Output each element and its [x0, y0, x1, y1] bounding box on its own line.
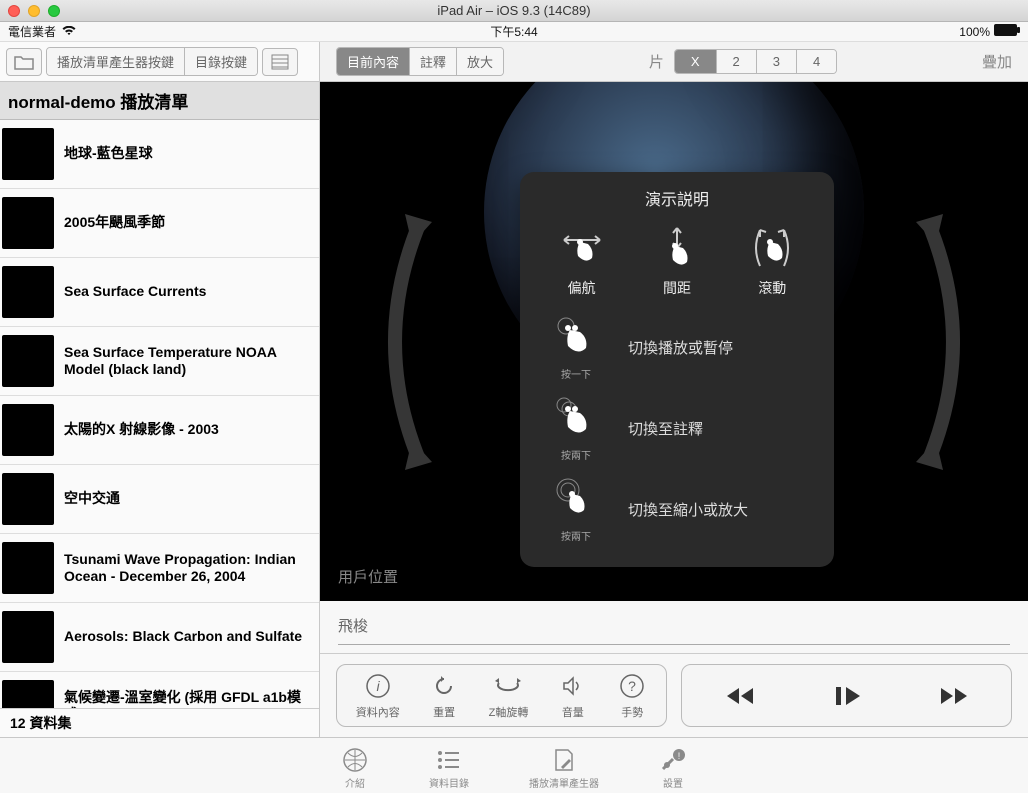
list-item[interactable]: Aerosols: Black Carbon and Sulfate [0, 603, 319, 672]
list-item[interactable]: 地球-藍色星球 [0, 120, 319, 189]
reset-button[interactable]: 重置 [429, 671, 459, 720]
playlist-title: normal-demo 播放清單 [0, 82, 319, 120]
playlist-generator-button[interactable]: 播放清單產生器按鍵 [47, 48, 185, 75]
carrier-label: 電信業者 [8, 23, 56, 40]
sidebar: 播放清單產生器按鍵 目錄按鍵 normal-demo 播放清單 地球-藍色星球 … [0, 42, 320, 737]
playlist[interactable]: 地球-藍色星球 2005年颶風季節 Sea Surface Currents S… [0, 120, 319, 708]
status-time: 下午5:44 [0, 23, 1028, 40]
list-item[interactable]: 太陽的X 射線影像 - 2003 [0, 396, 319, 465]
info-controls: i 資料內容 重置 Z軸旋轉 音量 ? 手勢 [336, 664, 667, 727]
catalog-button[interactable]: 目錄按鍵 [185, 48, 257, 75]
ipad-status-bar: 電信業者 下午5:44 100% [0, 22, 1028, 42]
thumbnail-icon [2, 542, 54, 594]
list-item[interactable]: Tsunami Wave Propagation: Indian Ocean -… [0, 534, 319, 603]
list-item[interactable]: Sea Surface Currents [0, 258, 319, 327]
info-button[interactable]: i 資料內容 [356, 671, 400, 720]
rotate-left-icon [350, 202, 440, 482]
svg-text:?: ? [628, 678, 636, 694]
close-window-icon[interactable] [8, 5, 20, 17]
main-toolbar: 目前內容 註釋 放大 片 X 2 3 4 疊加 [320, 42, 1028, 82]
gesture-pitch: 間距 [653, 224, 701, 298]
tab-current-content[interactable]: 目前內容 [337, 48, 410, 75]
playback-controls [681, 664, 1012, 727]
z-rotate-button[interactable]: Z軸旋轉 [489, 671, 529, 720]
slot-2-button[interactable]: 2 [717, 50, 757, 73]
mac-titlebar: iPad Air – iOS 9.3 (14C89) [0, 0, 1028, 22]
thumbnail-icon [2, 404, 54, 456]
thumbnail-icon [2, 266, 54, 318]
gesture-yaw: 偏航 [558, 224, 606, 298]
gesture-scroll: 滾動 [748, 224, 796, 298]
controls-row: i 資料內容 重置 Z軸旋轉 音量 ? 手勢 [320, 654, 1028, 737]
pian-label: 片 [649, 51, 664, 72]
list-item[interactable]: Sea Surface Temperature NOAA Model (blac… [0, 327, 319, 396]
battery-label: 100% [959, 25, 990, 39]
tab-catalog[interactable]: 資料目錄 [429, 746, 469, 790]
fast-forward-button[interactable] [939, 681, 969, 711]
thumbnail-icon [2, 680, 54, 708]
wifi-icon [62, 25, 76, 39]
popover-title: 演示説明 [534, 186, 820, 210]
rotate-right-icon [908, 202, 998, 482]
gesture-toggle-zoom: 按兩下 切換至縮小或放大 [534, 476, 820, 543]
dataset-count: 12 資料集 [0, 708, 319, 737]
list-item[interactable]: 氣候變遷-溫室變化 (採用 GFDL a1b模式) - 1870 - [0, 672, 319, 708]
tab-playlist-generator[interactable]: 播放清單產生器 [529, 746, 599, 790]
gesture-toggle-play: 按一下 切換播放或暫停 [534, 314, 820, 381]
gesture-popover: 演示説明 偏航 間距 滾動 按一下 切換播放或暫停 按兩下 切換至註釋 按兩 [520, 172, 834, 567]
tab-annotation[interactable]: 註釋 [410, 48, 457, 75]
tab-settings[interactable]: ! 設置 [659, 746, 687, 790]
thumbnail-icon [2, 197, 54, 249]
folder-button[interactable] [6, 48, 42, 76]
sidebar-toolbar: 播放清單產生器按鍵 目錄按鍵 [0, 42, 319, 82]
slot-x-button[interactable]: X [675, 50, 717, 73]
list-item[interactable]: 空中交通 [0, 465, 319, 534]
svg-text:!: ! [678, 751, 681, 761]
overlay-button[interactable]: 疊加 [982, 51, 1012, 72]
user-location-label: 用戶位置 [338, 566, 398, 587]
zoom-window-icon[interactable] [48, 5, 60, 17]
thumbnail-icon [2, 335, 54, 387]
tab-zoom[interactable]: 放大 [457, 48, 503, 75]
tab-intro[interactable]: 介紹 [341, 746, 369, 790]
gesture-button[interactable]: ? 手勢 [617, 671, 647, 720]
play-pause-button[interactable] [832, 681, 862, 711]
list-item[interactable]: 2005年颶風季節 [0, 189, 319, 258]
thumbnail-icon [2, 473, 54, 525]
list-view-button[interactable] [262, 48, 298, 76]
battery-icon [994, 24, 1020, 39]
slot-3-button[interactable]: 3 [757, 50, 797, 73]
thumbnail-icon [2, 611, 54, 663]
slot-4-button[interactable]: 4 [797, 50, 836, 73]
rewind-button[interactable] [725, 681, 755, 711]
window-title: iPad Air – iOS 9.3 (14C89) [0, 3, 1028, 18]
tab-bar: 介紹 資料目錄 播放清單產生器 ! 設置 [0, 737, 1028, 793]
shuttle-field: 飛梭 [320, 601, 1028, 654]
shuttle-label: 飛梭 [338, 615, 1010, 645]
volume-button[interactable]: 音量 [558, 671, 588, 720]
thumbnail-icon [2, 128, 54, 180]
minimize-window-icon[interactable] [28, 5, 40, 17]
gesture-toggle-annotation: 按兩下 切換至註釋 [534, 395, 820, 462]
svg-text:i: i [376, 678, 380, 694]
